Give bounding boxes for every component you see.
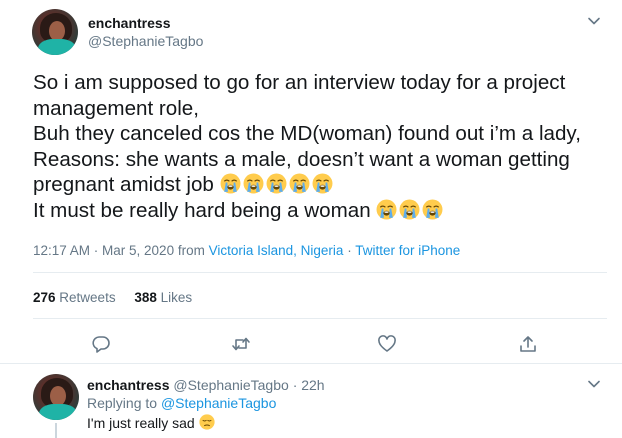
loudly-crying-face-icon	[243, 173, 264, 194]
likes-label: Likes	[160, 290, 193, 305]
tweet-text: So i am supposed to go for an interview …	[33, 70, 593, 223]
emoji-group	[376, 199, 445, 222]
from-label: from	[177, 243, 205, 258]
tweet-location[interactable]: Victoria Island, Nigeria	[209, 243, 344, 258]
reply-text: I'm just really sad	[87, 415, 195, 431]
tweet-text-line: So i am supposed to go for an interview …	[33, 71, 566, 94]
meta-separator: ·	[347, 243, 352, 258]
divider	[0, 363, 622, 364]
tweet-text-line: management role,	[33, 96, 199, 120]
replying-to-link[interactable]: @StephanieTagbo	[161, 395, 276, 411]
retweet-icon[interactable]	[231, 334, 251, 354]
tweet-text-line: pregnant amidst job	[33, 172, 593, 198]
tweet-client[interactable]: Twitter for iPhone	[355, 243, 460, 258]
reply-time[interactable]: · 22h	[293, 377, 325, 393]
tweet-text-line: It must be really hard being a woman	[33, 198, 593, 224]
divider	[33, 272, 607, 273]
loudly-crying-face-icon	[312, 173, 333, 194]
tweet-time[interactable]: 12:17 AM · Mar 5, 2020	[33, 243, 174, 258]
author-handle[interactable]: @StephanieTagbo	[88, 33, 203, 49]
tweet-meta: 12:17 AM · Mar 5, 2020 from Victoria Isl…	[33, 243, 460, 258]
replying-label: Replying to	[87, 395, 158, 411]
loudly-crying-face-icon	[266, 173, 287, 194]
retweets-label: Retweets	[59, 290, 116, 305]
likes-count: 388	[134, 290, 157, 305]
reply-author-name[interactable]: enchantress	[87, 377, 169, 393]
like-icon[interactable]	[377, 334, 397, 354]
tweet-text-line: Reasons: she wants a male, doesn’t want …	[33, 147, 570, 171]
loudly-crying-face-icon	[220, 173, 241, 194]
retweets-count: 276	[33, 290, 56, 305]
reply-author-avatar[interactable]	[33, 374, 79, 420]
author-avatar[interactable]	[32, 9, 78, 55]
loudly-crying-face-icon	[376, 199, 397, 220]
loudly-crying-face-icon	[422, 199, 443, 220]
tweet-stats: 276 Retweets 388 Likes	[33, 290, 192, 305]
reply-chevron-down-icon[interactable]	[587, 377, 601, 391]
thread-line	[55, 423, 57, 438]
reply-tweet[interactable]: enchantress @StephanieTagbo · 22h Replyi…	[87, 377, 607, 431]
reply-icon[interactable]	[91, 334, 111, 354]
loudly-crying-face-icon	[289, 173, 310, 194]
pensive-face-icon	[199, 414, 215, 430]
divider	[33, 318, 607, 319]
emoji-group	[220, 173, 335, 196]
retweets-stat[interactable]: 276 Retweets	[33, 290, 116, 305]
loudly-crying-face-icon	[399, 199, 420, 220]
chevron-down-icon[interactable]	[587, 14, 601, 28]
likes-stat[interactable]: 388 Likes	[134, 290, 192, 305]
tweet-text-line: Buh they canceled cos the MD(woman) foun…	[33, 122, 581, 145]
author-name[interactable]: enchantress	[88, 15, 170, 31]
tweet-text-segment: pregnant amidst job	[33, 173, 214, 196]
reply-author-handle[interactable]: @StephanieTagbo	[173, 377, 288, 393]
tweet-text-segment: It must be really hard being a woman	[33, 198, 371, 222]
share-icon[interactable]	[518, 334, 538, 354]
